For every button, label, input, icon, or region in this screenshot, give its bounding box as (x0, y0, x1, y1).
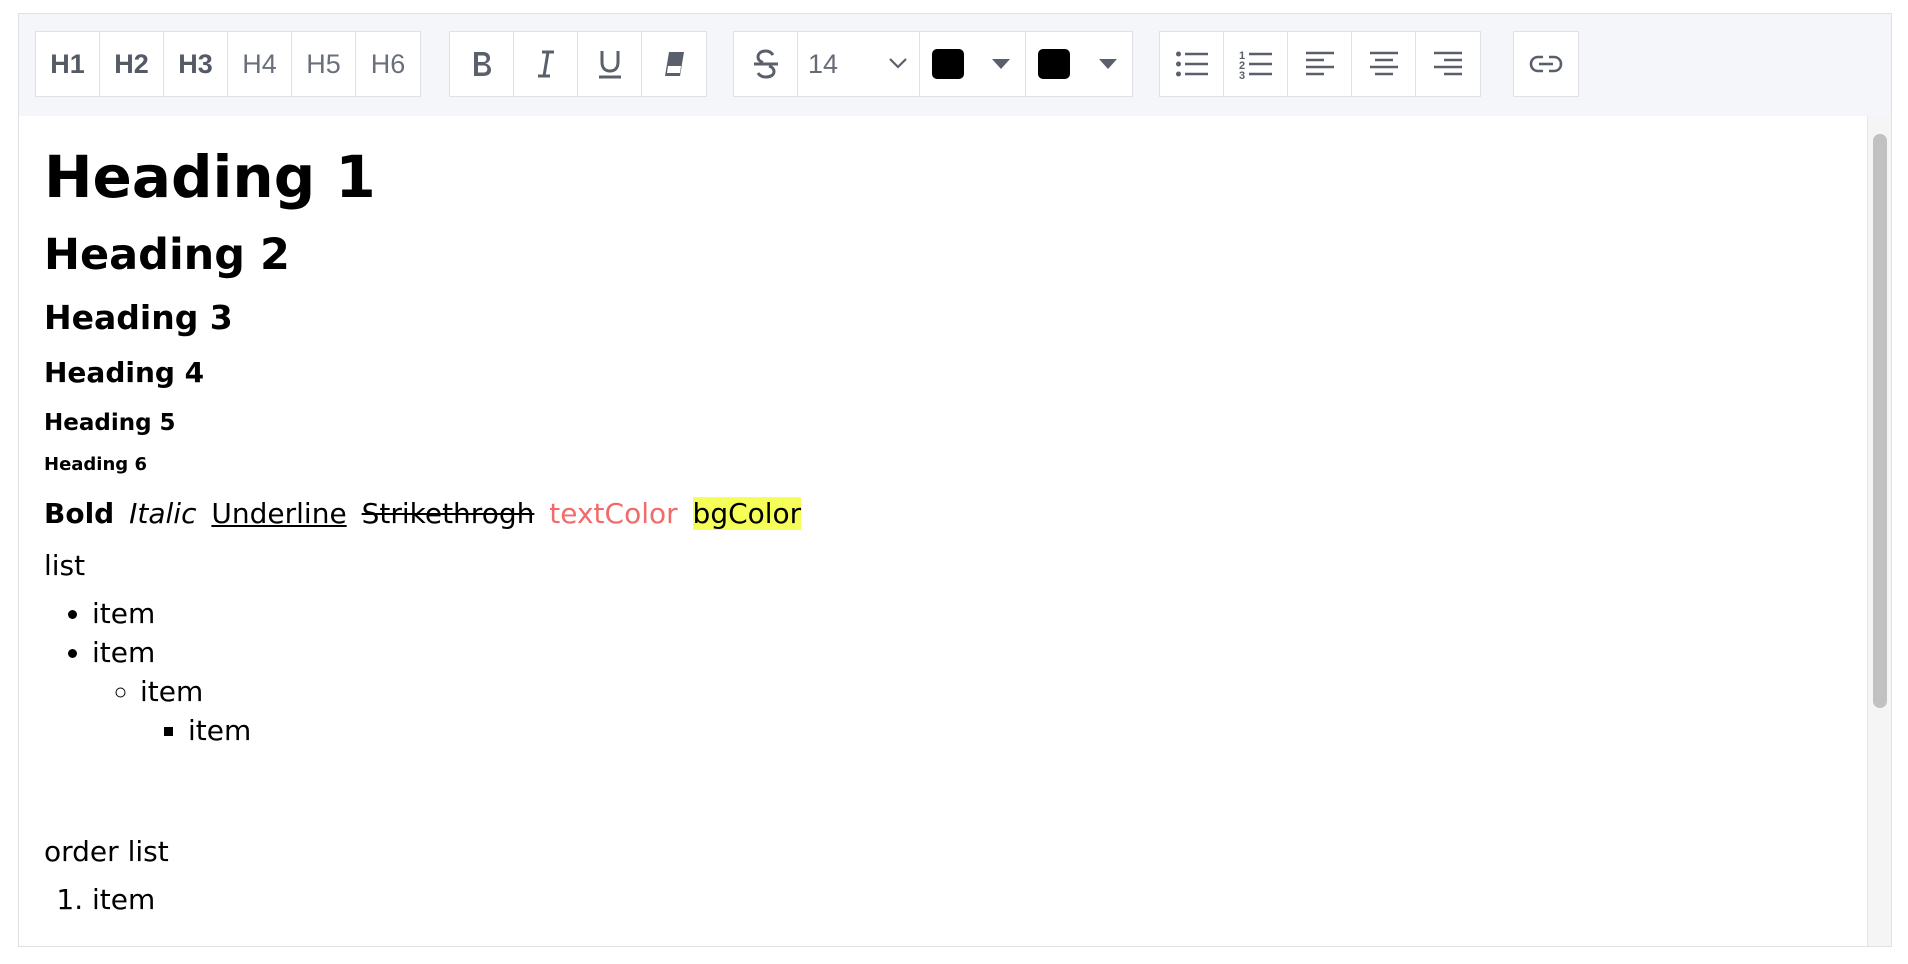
font-size-value: 14 (808, 48, 839, 79)
chevron-down-icon (889, 58, 907, 69)
ordered-list: item (44, 880, 1869, 919)
bold-icon (473, 52, 491, 76)
align-right-icon (1434, 51, 1462, 76)
toolbar: H1 H2 H3 H4 H5 H6 14 1 2 3 (19, 14, 1891, 116)
empty-paragraph (44, 750, 1869, 820)
nested-list: item item (92, 672, 1869, 750)
heading-2: Heading 2 (44, 230, 290, 280)
italic-button[interactable] (514, 32, 578, 96)
h5-button[interactable]: H5 (292, 32, 356, 96)
format-group: 14 (733, 31, 1133, 97)
italic-text: Italic (129, 497, 197, 530)
link-group (1513, 31, 1579, 97)
strikethrough-button[interactable] (734, 32, 798, 96)
list-item-text: item (92, 636, 156, 669)
strikethrough-icon (753, 49, 778, 79)
scrollbar-thumb[interactable] (1873, 134, 1887, 708)
link-button[interactable] (1514, 32, 1578, 96)
vertical-scrollbar[interactable] (1867, 116, 1891, 946)
colored-text: textColor (549, 497, 678, 530)
rich-text-editor: H1 H2 H3 H4 H5 H6 14 1 2 3 Heading 1 Hea… (18, 13, 1892, 947)
ordered-list-button[interactable]: 1 2 3 (1224, 32, 1288, 96)
list-item: item (92, 880, 1869, 919)
highlighted-text: bgColor (692, 497, 802, 530)
heading-group: H1 H2 H3 H4 H5 H6 (35, 31, 421, 97)
ordered-list-icon: 1 2 3 (1239, 50, 1272, 80)
list-item: item item item (92, 633, 1869, 750)
ordered-list-label: order list (44, 835, 169, 868)
heading-1: Heading 1 (44, 143, 376, 211)
editor-content[interactable]: Heading 1 Heading 2 Heading 3 Heading 4 … (19, 116, 1869, 946)
underline-icon (598, 51, 621, 79)
align-right-button[interactable] (1416, 32, 1480, 96)
font-size-select[interactable]: 14 (798, 32, 920, 96)
caret-down-icon (1099, 59, 1117, 69)
h4-button[interactable]: H4 (228, 32, 292, 96)
align-left-button[interactable] (1288, 32, 1352, 96)
align-center-icon (1369, 51, 1398, 76)
bg-color-swatch (1038, 49, 1070, 79)
text-color-picker[interactable] (920, 32, 1026, 96)
list-item: item (188, 711, 1869, 750)
align-left-icon (1305, 51, 1334, 76)
align-center-button[interactable] (1352, 32, 1416, 96)
format-sample-line: Bold Italic Underline Strikethrogh textC… (44, 494, 1869, 534)
list-item: item (92, 594, 1869, 633)
underline-text: Underline (211, 497, 347, 530)
style-group (449, 31, 707, 97)
list-label: list (44, 549, 86, 582)
h3-button[interactable]: H3 (164, 32, 228, 96)
bg-color-picker[interactable] (1026, 32, 1132, 96)
heading-3: Heading 3 (44, 298, 233, 337)
nested-list: item (140, 711, 1869, 750)
underline-button[interactable] (578, 32, 642, 96)
h6-button[interactable]: H6 (356, 32, 420, 96)
h1-button[interactable]: H1 (36, 32, 100, 96)
svg-text:3: 3 (1239, 70, 1245, 80)
caret-down-icon (992, 59, 1010, 69)
heading-4: Heading 4 (44, 356, 205, 389)
link-icon (1529, 55, 1563, 73)
bullet-list-button[interactable] (1160, 32, 1224, 96)
list-align-group: 1 2 3 (1159, 31, 1481, 97)
clear-format-button[interactable] (642, 32, 706, 96)
list-item: item item (140, 672, 1869, 750)
eraser-icon (665, 52, 684, 76)
bullet-list-icon (1175, 51, 1208, 77)
strikethrough-text: Strikethrogh (361, 497, 535, 530)
text-color-swatch (932, 49, 964, 79)
heading-6: Heading 6 (44, 454, 147, 475)
list-item-text: item (140, 675, 204, 708)
bold-button[interactable] (450, 32, 514, 96)
bold-text: Bold (44, 497, 115, 530)
heading-5: Heading 5 (44, 410, 176, 436)
h2-button[interactable]: H2 (100, 32, 164, 96)
italic-icon (537, 50, 554, 78)
bullet-list: item item item item (44, 594, 1869, 750)
